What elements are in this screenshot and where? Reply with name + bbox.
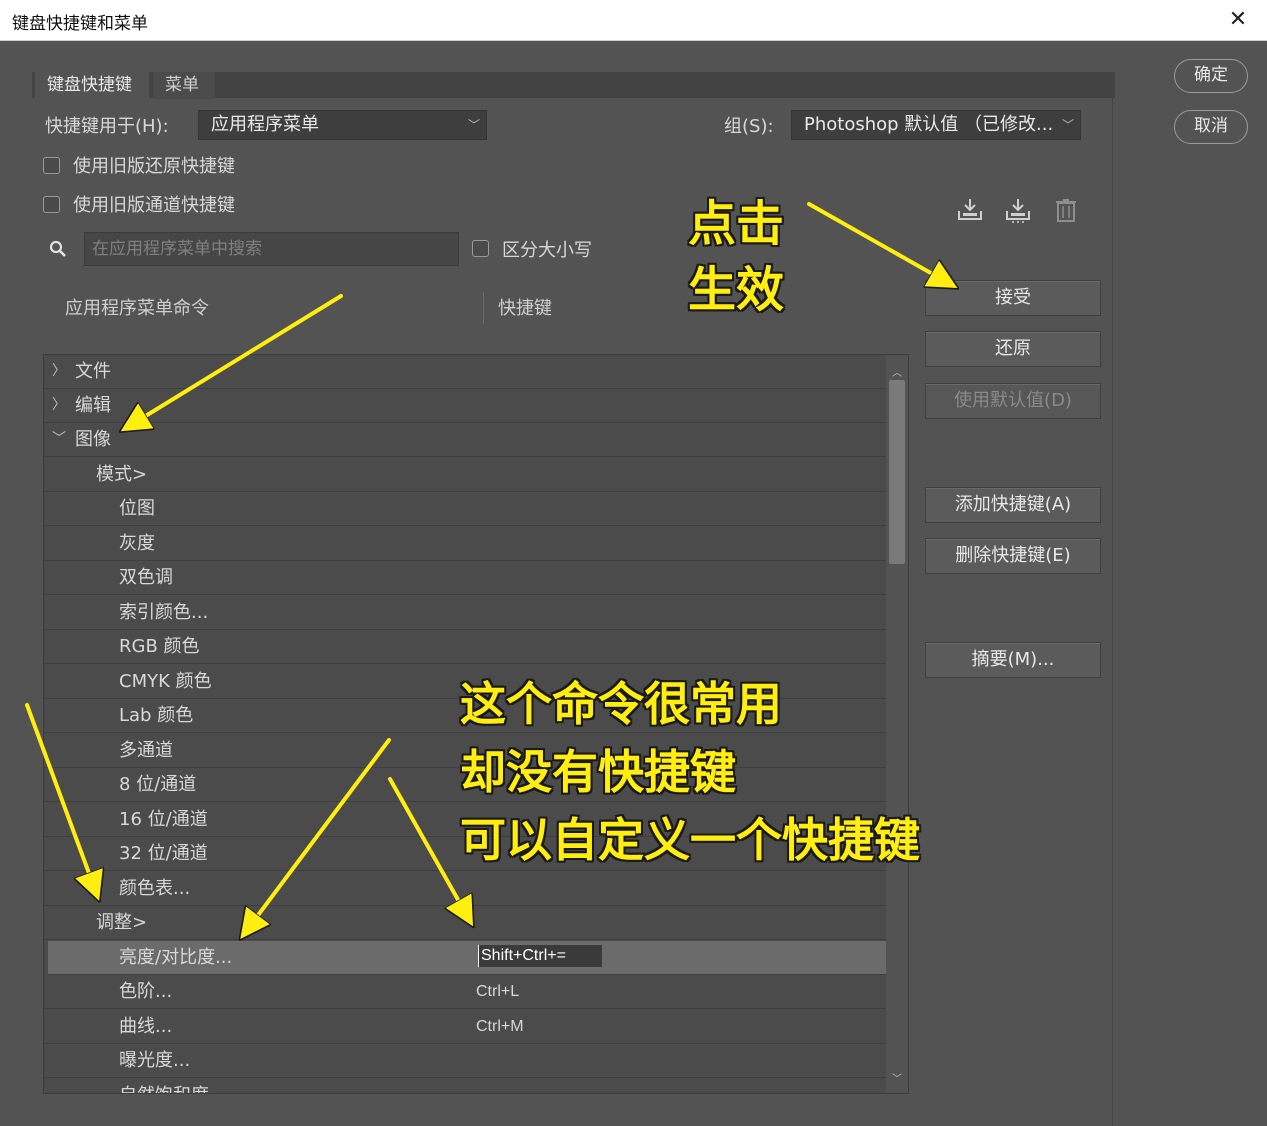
add-shortcut-button[interactable]: 添加快捷键(A) bbox=[925, 487, 1101, 523]
command-label: 模式> bbox=[96, 464, 148, 485]
divider bbox=[1112, 98, 1113, 1126]
scroll-up-icon[interactable]: ︿ bbox=[892, 364, 902, 379]
title-bar: 键盘快捷键和菜单 ✕ bbox=[0, 0, 1267, 41]
set-label: 组(S): bbox=[724, 116, 774, 137]
list-item[interactable]: 索引颜色... bbox=[44, 596, 886, 630]
command-label: 亮度/对比度... bbox=[119, 947, 233, 968]
close-icon[interactable]: ✕ bbox=[1223, 6, 1253, 34]
list-item[interactable]: 自然饱和度 bbox=[44, 1079, 886, 1093]
list-item[interactable]: 颜色表... bbox=[44, 872, 886, 906]
chevron-down-icon: ﹀ bbox=[467, 118, 480, 132]
list-item[interactable]: 〉 编辑 bbox=[44, 389, 886, 423]
command-label: 多通道 bbox=[119, 740, 173, 761]
ok-button[interactable]: 确定 bbox=[1174, 59, 1248, 93]
chevron-right-icon[interactable]: 〉 bbox=[52, 355, 66, 388]
save-set-icon[interactable] bbox=[956, 196, 984, 224]
list-item[interactable]: 色阶... Ctrl+L bbox=[44, 975, 886, 1009]
annotation-click-line1: 点击 bbox=[688, 196, 785, 252]
legacy-channel-checkbox[interactable] bbox=[43, 196, 60, 213]
list-item[interactable]: RGB 颜色 bbox=[44, 630, 886, 664]
cancel-button[interactable]: 取消 bbox=[1174, 110, 1248, 144]
command-label: 双色调 bbox=[119, 567, 173, 588]
search-icon bbox=[49, 240, 66, 257]
command-label: 调整> bbox=[96, 912, 148, 933]
chevron-down-icon: ﹀ bbox=[1061, 118, 1074, 132]
set-select[interactable]: Photoshop 默认值 （已修改... ﹀ bbox=[791, 110, 1081, 140]
command-label: 曲线... bbox=[119, 1016, 173, 1037]
command-label: 灰度 bbox=[119, 533, 155, 554]
list-item[interactable]: 灰度 bbox=[44, 527, 886, 561]
list-item[interactable]: 位图 bbox=[44, 492, 886, 526]
command-label: 8 位/通道 bbox=[119, 774, 197, 795]
scrollbar-thumb[interactable] bbox=[889, 380, 905, 564]
annotation-note-line2: 却没有快捷键 bbox=[460, 745, 736, 799]
column-separator bbox=[483, 292, 484, 324]
shortcut-value: Ctrl+L bbox=[476, 983, 520, 1000]
summarize-button[interactable]: 摘要(M)... bbox=[925, 642, 1101, 678]
match-case-checkbox[interactable] bbox=[472, 240, 489, 257]
legacy-undo-label: 使用旧版还原快捷键 bbox=[73, 156, 235, 177]
command-label: RGB 颜色 bbox=[119, 636, 200, 657]
chevron-down-icon[interactable]: ﹀ bbox=[52, 423, 66, 456]
tab-menus[interactable]: 菜单 bbox=[153, 72, 215, 99]
scroll-down-icon[interactable]: ﹀ bbox=[892, 1070, 902, 1085]
window-title: 键盘快捷键和菜单 bbox=[12, 14, 148, 34]
list-item[interactable]: 模式> bbox=[44, 458, 886, 492]
command-label: 编辑 bbox=[75, 395, 111, 416]
command-label: 索引颜色... bbox=[119, 602, 209, 623]
command-label: 文件 bbox=[75, 361, 111, 382]
legacy-undo-checkbox[interactable] bbox=[43, 157, 60, 174]
delete-shortcut-button[interactable]: 删除快捷键(E) bbox=[925, 538, 1101, 574]
annotation-click-line2: 生效 bbox=[688, 262, 785, 318]
shortcut-column-header: 快捷键 bbox=[498, 298, 552, 319]
trash-icon[interactable] bbox=[1052, 196, 1080, 224]
shortcut-value: Ctrl+M bbox=[476, 1018, 524, 1035]
shortcut-input[interactable]: Shift+Ctrl+= bbox=[478, 945, 602, 967]
command-label: 色阶... bbox=[119, 981, 173, 1002]
shortcuts-for-value: 应用程序菜单 bbox=[211, 114, 319, 135]
command-label: 图像 bbox=[75, 429, 111, 450]
list-item-selected[interactable]: 亮度/对比度... Shift+Ctrl+= bbox=[48, 941, 886, 975]
undo-button[interactable]: 还原 bbox=[925, 331, 1101, 367]
command-label: Lab 颜色 bbox=[119, 705, 194, 726]
use-default-button[interactable]: 使用默认值(D) bbox=[925, 383, 1101, 419]
annotation-note-line3: 可以自定义一个快捷键 bbox=[460, 813, 920, 867]
set-value: Photoshop 默认值 （已修改... bbox=[804, 114, 1054, 135]
shortcuts-for-label: 快捷键用于(H): bbox=[45, 116, 169, 137]
list-item[interactable]: 调整> bbox=[44, 906, 886, 940]
list-item[interactable]: 〉 文件 bbox=[44, 355, 886, 389]
list-item[interactable]: 曲线... Ctrl+M bbox=[44, 1010, 886, 1044]
annotation-note-line1: 这个命令很常用 bbox=[460, 677, 782, 731]
command-label: 曝光度... bbox=[119, 1050, 191, 1071]
tab-keyboard-shortcuts[interactable]: 键盘快捷键 bbox=[35, 72, 149, 99]
list-item[interactable]: 曝光度... bbox=[44, 1044, 886, 1078]
save-as-new-set-icon[interactable] bbox=[1004, 196, 1032, 224]
command-label: 颜色表... bbox=[119, 878, 191, 899]
shortcuts-for-select[interactable]: 应用程序菜单 ﹀ bbox=[198, 110, 487, 140]
chevron-right-icon[interactable]: 〉 bbox=[52, 389, 66, 422]
legacy-channel-label: 使用旧版通道快捷键 bbox=[73, 195, 235, 216]
command-label: 16 位/通道 bbox=[119, 809, 208, 830]
command-label: 自然饱和度 bbox=[119, 1079, 209, 1093]
accept-button[interactable]: 接受 bbox=[925, 280, 1101, 316]
command-column-header: 应用程序菜单命令 bbox=[65, 298, 209, 319]
search-input[interactable]: 在应用程序菜单中搜索 bbox=[84, 232, 459, 266]
list-item[interactable]: 双色调 bbox=[44, 561, 886, 595]
match-case-label: 区分大小写 bbox=[502, 240, 592, 261]
command-label: CMYK 颜色 bbox=[119, 671, 212, 692]
command-label: 32 位/通道 bbox=[119, 843, 208, 864]
command-label: 位图 bbox=[119, 498, 155, 519]
arrow-to-accept bbox=[807, 202, 952, 285]
list-item[interactable]: ﹀ 图像 bbox=[44, 423, 886, 457]
